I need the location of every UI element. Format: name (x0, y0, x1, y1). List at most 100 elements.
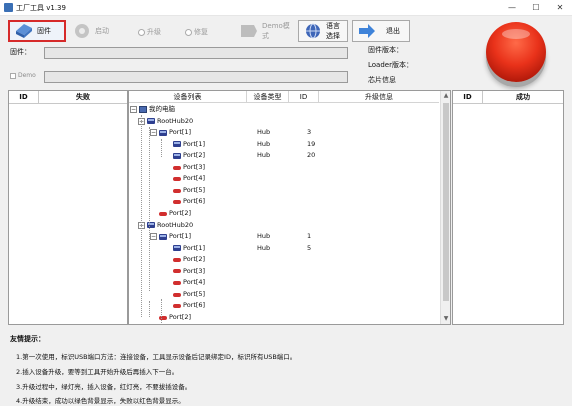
tree-node-label: Port[4] (183, 278, 206, 287)
tip-line-3: 3.升级过程中，绿灯亮，插入设备，红灯亮，不要拔插设备。 (16, 383, 192, 391)
language-button-label: 语言选择 (326, 22, 340, 40)
tree-node-name: 我的电脑 (139, 104, 175, 116)
collapse-toggle-icon[interactable]: − (150, 233, 157, 241)
demo-mode-button[interactable]: Demo模式 (235, 20, 297, 42)
tree-node[interactable]: Port[6] (129, 300, 439, 312)
app-icon (4, 3, 13, 12)
repair-radio[interactable]: 修复 (185, 27, 208, 37)
tree-node[interactable]: − RootHub20 (129, 116, 439, 128)
tree-node[interactable]: Port[1] Hub 5 (129, 243, 439, 255)
tree-node-label: Port[2] (169, 208, 192, 217)
usb-port-icon (173, 188, 181, 193)
scroll-down-icon[interactable]: ▼ (441, 314, 450, 324)
tree-node-name: Port[5] (173, 289, 205, 301)
firmware-button[interactable]: 固件 (8, 20, 66, 42)
tree-node-label: Port[3] (183, 266, 206, 275)
usb-port-icon (173, 165, 181, 170)
usb-port-icon (173, 281, 181, 285)
tree-node-label: Port[5] (183, 185, 206, 194)
firmware-icon (16, 24, 32, 38)
start-button[interactable]: 启动 (68, 20, 120, 42)
tree-node[interactable]: Port[3] (129, 266, 439, 278)
usb-port-icon (173, 269, 181, 274)
tree-node-name: RootHub20 (147, 116, 193, 128)
tree-node-name: Port[1] (159, 231, 191, 243)
usb-port-icon (173, 257, 181, 262)
tree-node[interactable]: − RootHub20 (129, 220, 439, 232)
collapse-toggle-icon[interactable]: − (130, 106, 137, 113)
success-title-header: 成功 (483, 91, 563, 104)
fail-id-header: ID (9, 91, 39, 104)
demo-mode-button-label: Demo模式 (262, 22, 290, 40)
language-button[interactable]: 语言选择 (298, 20, 348, 42)
firmware-path-field[interactable] (44, 47, 348, 59)
upgrade-radio[interactable]: 升级 (138, 27, 161, 37)
tree-node-name: Port[1] (173, 139, 205, 151)
toolbar: 固件 启动 升级 修复 Demo模式 语言选择 退出 (0, 17, 572, 45)
upgrade-info-header: 升级信息 (319, 91, 439, 103)
tips-section: 友情提示： 1.第一次使用，标识USB端口方法：连接设备，工具显示设备后记录绑定… (0, 329, 572, 406)
tree-node-label: Port[1] (183, 243, 206, 252)
tree-node[interactable]: Port[3] (129, 162, 439, 174)
hub-icon (159, 129, 167, 136)
tree-node-label: 我的电脑 (149, 105, 175, 113)
repair-radio-circle (185, 28, 192, 36)
status-button[interactable] (486, 22, 546, 82)
tree-node[interactable]: Port[4] (129, 173, 439, 185)
repair-radio-label: 修复 (194, 28, 208, 36)
maximize-button[interactable]: ☐ (524, 0, 548, 16)
arrow-right-icon (359, 24, 375, 38)
tip-line-1: 1.第一次使用，标识USB端口方法：连接设备，工具显示设备后记录绑定ID，标识所… (16, 353, 297, 361)
tree-node-name: Port[2] (173, 150, 205, 162)
tree-node-id: 1 (307, 232, 312, 241)
tree-node-name: Port[3] (173, 266, 205, 278)
tree-node-id: 20 (307, 151, 316, 160)
close-window-button[interactable]: ✕ (548, 0, 572, 16)
tree-node[interactable]: Port[1] Hub 19 (129, 139, 439, 151)
upgrade-radio-circle (138, 28, 145, 36)
tree-node-label: Port[3] (183, 162, 206, 171)
demo-path-field[interactable] (44, 71, 348, 83)
tree-node-name: Port[1] (159, 127, 191, 139)
tree-node-name: RootHub20 (147, 220, 193, 232)
title-bar: 工厂工具 v1.39 — ☐ ✕ (0, 0, 572, 16)
tree-node-name: Port[3] (173, 162, 205, 174)
tip-line-2: 2.插入设备升级，要等到工具开始升级后再插入下一台。 (16, 368, 179, 376)
tree-node-label: Port[6] (183, 301, 206, 310)
demo-icon (241, 25, 257, 37)
scroll-up-icon[interactable]: ▲ (441, 91, 450, 101)
tree-node-name: Port[2] (173, 254, 205, 266)
tree-node-id: 3 (307, 128, 312, 137)
tree-node[interactable]: Port[6] (129, 196, 439, 208)
tree-node-name: Port[2] (159, 312, 191, 324)
tree-node-name: Port[4] (173, 277, 205, 289)
tree-node[interactable]: − Port[1] Hub 1 (129, 231, 439, 243)
collapse-toggle-icon[interactable]: − (150, 129, 157, 137)
tree-node[interactable]: Port[2] (129, 312, 439, 324)
globe-icon (306, 23, 320, 39)
demo-checkbox[interactable]: Demo (10, 72, 36, 79)
tree-node-label: Port[2] (183, 255, 206, 264)
tree-node[interactable]: Port[2] (129, 208, 439, 220)
minimize-button[interactable]: — (500, 0, 524, 16)
tree-node-id: 19 (307, 139, 316, 148)
tree-node[interactable]: Port[4] (129, 277, 439, 289)
tree-node-type: Hub (257, 128, 271, 137)
vertical-scrollbar[interactable]: ▲ ▼ (440, 91, 450, 324)
usb-port-icon (173, 292, 181, 297)
demo-checkbox-box (10, 72, 16, 79)
firmware-label: 固件： (10, 48, 31, 56)
tree-node[interactable]: Port[5] (129, 289, 439, 301)
hub-icon (173, 245, 181, 252)
gear-icon (75, 24, 89, 38)
exit-button[interactable]: 退出 (352, 20, 410, 42)
device-tree[interactable]: 设备列表 设备类型 ID 升级信息 − 我的电脑 − RootHub20− Port[1… (128, 90, 451, 325)
scrollbar-thumb[interactable] (443, 103, 449, 301)
tree-node[interactable]: Port[2] Hub 20 (129, 150, 439, 162)
tree-node[interactable]: Port[5] (129, 185, 439, 197)
tree-node-name: Port[6] (173, 196, 205, 208)
success-panel: ID 成功 (452, 90, 564, 325)
tree-node[interactable]: Port[2] (129, 254, 439, 266)
tree-node[interactable]: − Port[1] Hub 3 (129, 127, 439, 139)
tree-node[interactable]: − 我的电脑 (129, 104, 439, 116)
